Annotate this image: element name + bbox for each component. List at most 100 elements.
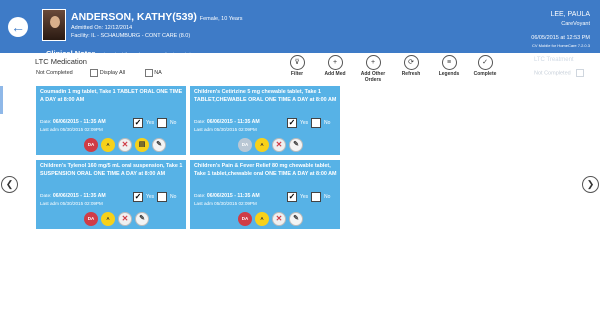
medication-title: Children's Cetirizine 5 mg chewable tabl… xyxy=(194,89,337,103)
add-med-label: Add Med xyxy=(324,71,346,77)
edit-icon[interactable]: ✎ xyxy=(289,212,303,226)
admitted-date: Admitted On: 12/12/2014 xyxy=(71,25,133,31)
medication-card[interactable]: Children's Cetirizine 5 mg chewable tabl… xyxy=(190,86,340,155)
a-icon[interactable]: A xyxy=(101,212,115,226)
medication-card[interactable]: Children's Pain & Fever Relief 80 mg che… xyxy=(190,160,340,229)
card-actions: DA A ✕ ▤ ✎ xyxy=(84,138,184,152)
add-other-orders-label: Add Other Orders xyxy=(360,71,386,83)
ltc-treatment-filter: Not Completed xyxy=(534,69,585,77)
left-panel-indicator xyxy=(0,86,3,114)
no-checkbox[interactable] xyxy=(311,192,321,202)
chevron-down-icon[interactable]: ▾ xyxy=(147,52,150,58)
patient-name: ANDERSON, KATHY(539) Female, 10 Years xyxy=(71,11,243,23)
not-given-icon[interactable]: ✕ xyxy=(272,212,286,226)
edit-icon[interactable]: ✎ xyxy=(135,212,149,226)
yes-checkbox[interactable]: ✓ xyxy=(133,118,143,128)
a-icon[interactable]: A xyxy=(255,212,269,226)
refresh-button[interactable]: ⟳ Refresh xyxy=(395,55,427,77)
patient-name-text: ANDERSON, KATHY(539) xyxy=(71,11,197,23)
patient-demographics: Female, 10 Years xyxy=(199,16,243,22)
yes-checkbox[interactable]: ✓ xyxy=(287,118,297,128)
next-page-arrow-icon[interactable]: ❯ xyxy=(582,176,599,193)
app-version: CV Mobile for HomeCare 7.2.0.3 xyxy=(531,43,590,48)
add-med-button[interactable]: + Add Med xyxy=(319,55,351,77)
user-org: CareVoyant xyxy=(561,21,590,27)
admin-date-value: 06/06/2015 - 11:35 AM xyxy=(206,193,260,199)
not-given-icon[interactable]: ✕ xyxy=(118,212,132,226)
patient-avatar xyxy=(42,9,66,41)
nav-medication-admin[interactable]: Medication Admin xyxy=(158,52,194,57)
last-administered: Last adm 05/30/2015 02:09PM xyxy=(40,201,103,206)
yes-checkbox[interactable]: ✓ xyxy=(287,192,297,202)
ltc-treatment-checkbox[interactable] xyxy=(576,69,585,77)
da-icon[interactable]: DA xyxy=(238,138,252,152)
admin-date: Date: 06/06/2015 - 11:35 AM xyxy=(40,193,106,199)
admin-date-value: 06/06/2015 - 11:35 AM xyxy=(206,119,260,125)
yes-label: Yes xyxy=(300,194,309,200)
da-icon[interactable]: DA xyxy=(84,138,98,152)
add-med-icon: + xyxy=(327,55,343,70)
last-administered: Last adm 05/30/2015 02:09PM xyxy=(40,127,103,132)
add-orders-icon: + xyxy=(365,55,381,70)
medication-title: Children's Pain & Fever Relief 80 mg che… xyxy=(194,163,337,177)
medication-card[interactable]: Coumadin 1 mg tablet, Take 1 TABLET ORAL… xyxy=(36,86,186,155)
card-actions: DA A ✕ ✎ xyxy=(238,212,338,226)
app-header: ← ANDERSON, KATHY(539) Female, 10 Years … xyxy=(0,0,600,58)
no-checkbox[interactable] xyxy=(311,118,321,128)
not-given-icon[interactable]: ✕ xyxy=(272,138,286,152)
filter-label: Filter xyxy=(290,71,304,77)
medication-card[interactable]: Children's Tylenol 160 mg/5 mL oral susp… xyxy=(36,160,186,229)
not-given-icon[interactable]: ✕ xyxy=(118,138,132,152)
last-administered: Last adm 05/30/2015 02:09PM xyxy=(194,127,257,132)
na-checkbox[interactable] xyxy=(144,69,153,77)
no-checkbox[interactable] xyxy=(157,192,167,202)
a-icon[interactable]: A xyxy=(101,138,115,152)
filter-button[interactable]: ⊽ Filter xyxy=(281,55,313,77)
filter-icon: ⊽ xyxy=(289,55,305,70)
complete-label: Complete xyxy=(473,71,497,77)
refresh-label: Refresh xyxy=(401,71,421,77)
admin-date: Date: 06/06/2015 - 11:35 AM xyxy=(40,119,106,125)
legends-icon: ≡ xyxy=(441,55,457,70)
edit-icon[interactable]: ✎ xyxy=(152,138,166,152)
refresh-icon: ⟳ xyxy=(403,55,419,70)
legends-button[interactable]: ≡ Legends xyxy=(433,55,465,77)
yes-label: Yes xyxy=(146,194,155,200)
na-label: NA xyxy=(154,70,162,76)
previous-page-arrow-icon[interactable]: ❮ xyxy=(1,176,18,193)
display-all-checkbox[interactable] xyxy=(90,69,99,77)
admin-date-value: 06/06/2015 - 11:35 AM xyxy=(52,119,106,125)
yes-label: Yes xyxy=(146,120,155,126)
ltc-treatment-title: LTC Treatment xyxy=(534,57,574,63)
ltc-treatment-not-completed: Not Completed xyxy=(534,70,571,77)
user-name: LEE, PAULA xyxy=(550,11,590,18)
edit-icon[interactable]: ✎ xyxy=(289,138,303,152)
card-actions: DA A ✕ ✎ xyxy=(238,138,338,152)
page-title: LTC Medication xyxy=(35,57,87,66)
yes-label: Yes xyxy=(300,120,309,126)
no-checkbox[interactable] xyxy=(157,118,167,128)
complete-button[interactable]: ✓ Complete xyxy=(469,55,501,77)
nav-shift-care: (HH Sh Shift Care) xyxy=(103,52,141,57)
medication-title: Coumadin 1 mg tablet, Take 1 TABLET ORAL… xyxy=(40,89,183,103)
da-icon[interactable]: DA xyxy=(238,212,252,226)
facility-info: Facility: IL - SCHAUMBURG - CONT CARE (8… xyxy=(71,33,191,39)
no-label: No xyxy=(324,120,331,126)
admin-date: Date: 06/06/2015 - 11:35 AM xyxy=(194,193,260,199)
no-label: No xyxy=(324,194,331,200)
complete-icon: ✓ xyxy=(477,55,493,70)
a-icon[interactable]: A xyxy=(255,138,269,152)
chevron-down-icon[interactable]: ▾ xyxy=(199,52,202,58)
back-arrow-icon[interactable]: ← xyxy=(8,17,28,37)
add-other-orders-button[interactable]: + Add Other Orders xyxy=(357,55,389,83)
legends-label: Legends xyxy=(438,71,460,77)
yes-checkbox[interactable]: ✓ xyxy=(133,192,143,202)
da-icon[interactable]: DA xyxy=(84,212,98,226)
admin-date-value: 06/06/2015 - 11:35 AM xyxy=(52,193,106,199)
display-all-label: Display All xyxy=(99,70,126,76)
medication-title: Children's Tylenol 160 mg/5 mL oral susp… xyxy=(40,163,183,177)
document-icon[interactable]: ▤ xyxy=(135,138,149,152)
admin-date: Date: 06/06/2015 - 11:35 AM xyxy=(194,119,260,125)
no-label: No xyxy=(170,194,177,200)
card-actions: DA A ✕ ✎ xyxy=(84,212,184,226)
